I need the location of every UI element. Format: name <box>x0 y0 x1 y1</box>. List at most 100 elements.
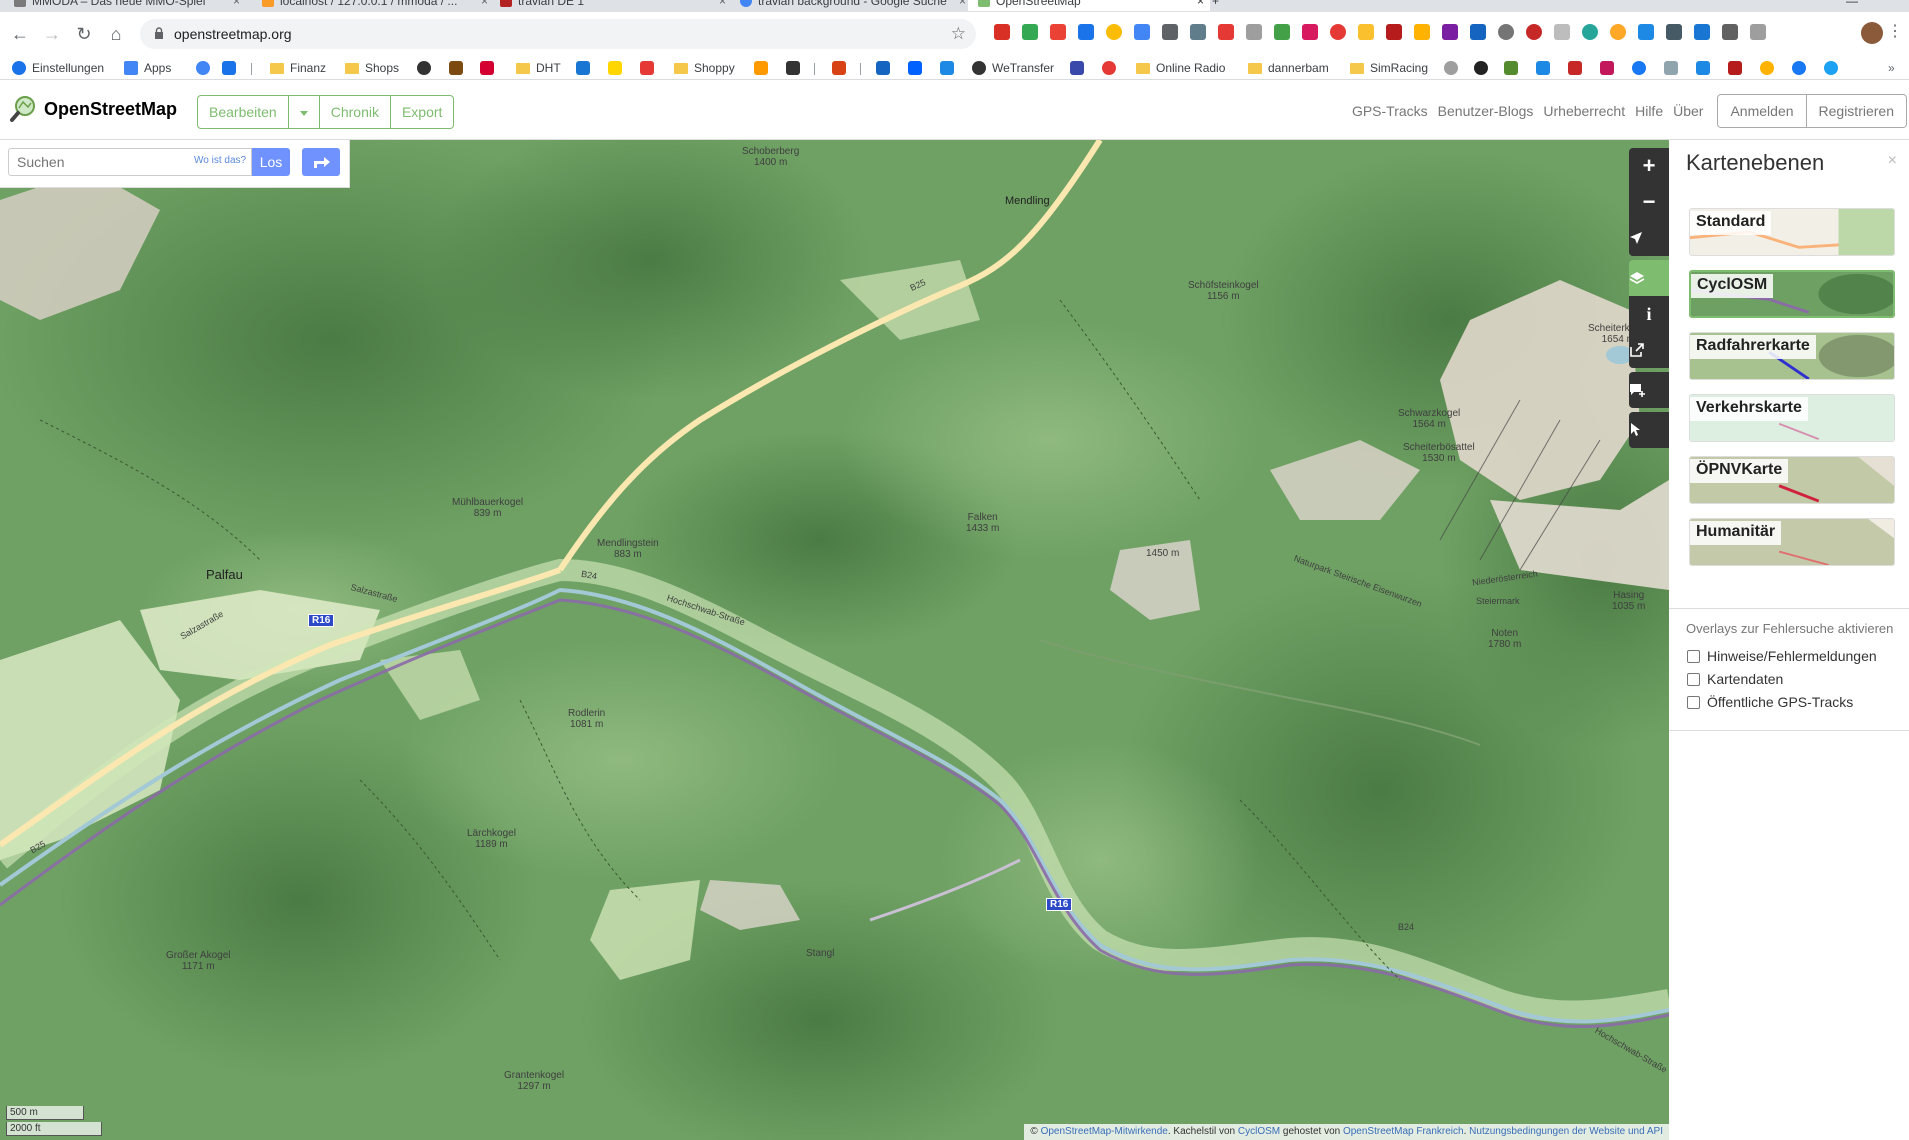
bookmark-icon[interactable] <box>417 61 431 75</box>
minimize-icon[interactable]: — <box>1846 0 1858 8</box>
bookmark-folder-shops[interactable]: Shops <box>345 59 399 77</box>
browser-tab[interactable]: travian background - Google Suche × <box>740 0 972 11</box>
share-button[interactable] <box>1629 332 1669 368</box>
nav-help[interactable]: Hilfe <box>1635 103 1663 119</box>
tab-close-icon[interactable]: × <box>719 0 726 8</box>
bookmark-folder-simracing[interactable]: SimRacing <box>1350 59 1428 77</box>
cyclosm-link[interactable]: CyclOSM <box>1238 1126 1280 1137</box>
bookmark-star-icon[interactable]: ☆ <box>951 24 966 44</box>
history-button[interactable]: Chronik <box>319 95 391 129</box>
bookmark-icon[interactable] <box>876 61 890 75</box>
extension-icon[interactable] <box>1666 24 1682 40</box>
extension-icon[interactable] <box>1274 24 1290 40</box>
ups-bookmark-icon[interactable] <box>449 61 463 75</box>
layer-option-cycle-map[interactable]: Radfahrerkarte <box>1689 332 1895 380</box>
drive-extension-icon[interactable] <box>1358 24 1374 40</box>
back-icon[interactable]: ← <box>8 22 32 46</box>
pen-extension-icon[interactable] <box>1190 24 1206 40</box>
osm-logo[interactable]: OpenStreetMap <box>10 96 177 122</box>
bookmark-icon[interactable] <box>480 61 494 75</box>
bookmark-icon[interactable] <box>1664 61 1678 75</box>
edit-button[interactable]: Bearbeiten <box>197 95 289 129</box>
bookmark-wetransfer[interactable]: WeTransfer <box>972 59 1054 77</box>
extension-icon[interactable] <box>1638 24 1654 40</box>
extension-icon[interactable] <box>1470 24 1486 40</box>
osm-france-link[interactable]: OpenStreetMap Frankreich <box>1343 1126 1464 1137</box>
browser-tab[interactable]: MMODA – Das neue MMO-Spiel × <box>14 0 246 11</box>
close-icon[interactable]: × <box>1888 152 1897 170</box>
bookmark-folder-shoppy[interactable]: Shoppy <box>674 59 735 77</box>
bookmark-folder-dannerbam[interactable]: dannerbam <box>1248 59 1329 77</box>
extension-icon[interactable] <box>1302 24 1318 40</box>
layer-option-standard[interactable]: Standard <box>1689 208 1895 256</box>
bookmark-folder-finanz[interactable]: Finanz <box>270 59 326 77</box>
browser-tab[interactable]: localhost / 127.0.0.1 / mmoda / ... × <box>262 0 494 11</box>
edit-dropdown-button[interactable] <box>288 95 320 129</box>
extension-icon[interactable] <box>1582 24 1598 40</box>
pocket-extension-icon[interactable] <box>1218 24 1234 40</box>
bookmark-icon[interactable] <box>1568 61 1582 75</box>
new-tab-button[interactable]: + <box>1212 0 1232 11</box>
extension-icon[interactable] <box>1246 24 1262 40</box>
directions-button[interactable] <box>302 148 340 176</box>
bookmark-icon[interactable] <box>1444 61 1458 75</box>
checkbox[interactable] <box>1687 695 1700 709</box>
bookmark-icon[interactable] <box>1760 61 1774 75</box>
calendar-extension-icon[interactable] <box>1050 24 1066 40</box>
nav-about[interactable]: Über <box>1673 103 1703 119</box>
bookmark-icon[interactable] <box>640 61 654 75</box>
extension-icon[interactable] <box>1106 24 1122 40</box>
extension-icon[interactable] <box>1694 24 1710 40</box>
nav-user-blogs[interactable]: Benutzer-Blogs <box>1438 103 1534 119</box>
layer-option-public-transport-map[interactable]: ÖPNVKarte <box>1689 456 1895 504</box>
tab-close-icon[interactable]: × <box>959 0 966 8</box>
bookmark-icon[interactable] <box>786 61 800 75</box>
bookmark-icon[interactable] <box>1600 61 1614 75</box>
map-key-button[interactable]: i <box>1629 296 1669 332</box>
extension-icon[interactable] <box>1078 24 1094 40</box>
locate-button[interactable] <box>1629 220 1669 256</box>
extension-icon[interactable] <box>1134 24 1150 40</box>
reload-icon[interactable]: ↻ <box>72 22 96 46</box>
onenote-extension-icon[interactable] <box>1442 24 1458 40</box>
layers-button[interactable] <box>1629 260 1669 296</box>
extension-icon[interactable] <box>1526 24 1542 40</box>
adblock-extension-icon[interactable] <box>1330 24 1346 40</box>
more-bookmarks-icon[interactable]: » <box>1888 59 1895 77</box>
where-is-this-link[interactable]: Wo ist das? <box>194 155 246 166</box>
bookmark-icon[interactable] <box>1728 61 1742 75</box>
gmail-extension-icon[interactable] <box>994 24 1010 40</box>
bookmark-icon[interactable] <box>1070 61 1084 75</box>
forward-icon[interactable]: → <box>40 22 64 46</box>
login-button[interactable]: Anmelden <box>1717 94 1807 128</box>
booking-bookmark-icon[interactable] <box>222 61 236 75</box>
register-button[interactable]: Registrieren <box>1806 94 1907 128</box>
tab-close-icon[interactable]: × <box>481 0 488 8</box>
bookmark-icon[interactable] <box>940 61 954 75</box>
extension-icon[interactable] <box>1610 24 1626 40</box>
extension-icon[interactable] <box>1554 24 1570 40</box>
bookmark-folder-online-radio[interactable]: Online Radio <box>1136 59 1225 77</box>
zoom-out-button[interactable]: − <box>1629 184 1669 220</box>
dropbox-bookmark-icon[interactable] <box>908 61 922 75</box>
browser-tab[interactable]: travian DE 1 × <box>500 0 732 11</box>
amazon-bookmark-icon[interactable] <box>754 61 768 75</box>
checkbox[interactable] <box>1687 649 1700 663</box>
extension-icon[interactable] <box>1022 24 1038 40</box>
extension-icon[interactable] <box>1414 24 1430 40</box>
bookmark-apps[interactable]: Apps <box>124 59 171 77</box>
search-go-button[interactable]: Los <box>252 148 290 176</box>
bookmark-icon[interactable] <box>1504 61 1518 75</box>
layer-option-humanitarian[interactable]: Humanitär <box>1689 518 1895 566</box>
overlay-map-data-checkbox[interactable]: Kartendaten <box>1687 671 1783 687</box>
nav-copyright[interactable]: Urheberrecht <box>1543 103 1625 119</box>
bookmark-icon[interactable] <box>608 61 622 75</box>
query-features-button[interactable] <box>1629 412 1669 448</box>
facebook-bookmark-icon[interactable] <box>1792 61 1806 75</box>
add-note-button[interactable] <box>1629 372 1669 408</box>
map-canvas[interactable]: Schoberberg 1400 m Mendling Schöfsteinkog… <box>0 140 1669 1140</box>
overlay-notes-checkbox[interactable]: Hinweise/Fehlermeldungen <box>1687 648 1877 664</box>
extension-icon[interactable] <box>1162 24 1178 40</box>
layer-option-cyclosm[interactable]: CyclOSM <box>1689 270 1895 318</box>
browser-menu-icon[interactable]: ⋮ <box>1887 21 1903 41</box>
